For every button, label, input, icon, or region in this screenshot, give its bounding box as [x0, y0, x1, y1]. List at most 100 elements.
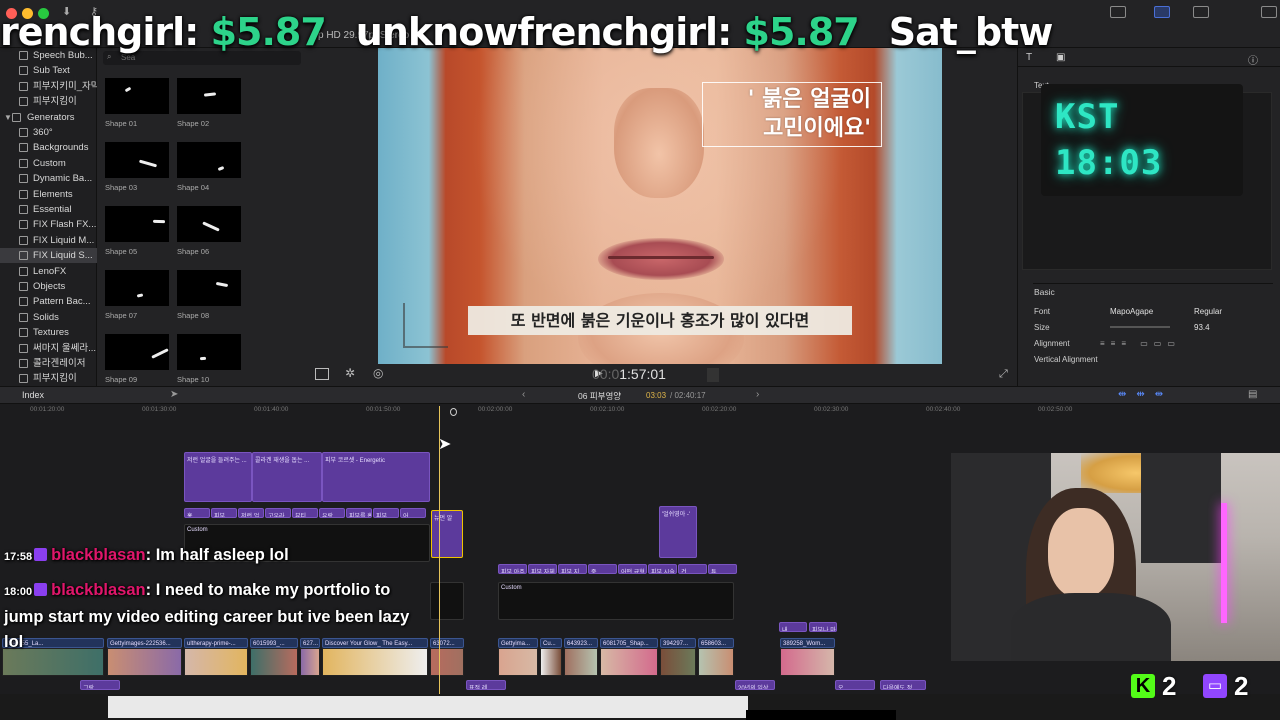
audio-clip[interactable]: 그랑	[80, 680, 120, 690]
mid-clip[interactable]: 중	[588, 564, 617, 574]
sidebar-item[interactable]: Custom	[0, 156, 97, 171]
sidebar-item[interactable]: FIX Flash FX...	[0, 217, 97, 232]
folder-icon	[19, 220, 28, 230]
sidebar-item[interactable]: LenoFX	[0, 264, 97, 279]
clip-appearance-icon[interactable]: ▤	[1248, 389, 1257, 400]
video-clip[interactable]	[564, 648, 598, 676]
video-clip[interactable]	[498, 648, 538, 676]
generator-thumbnail[interactable]	[105, 206, 169, 242]
sidebar-item[interactable]: Dynamic Ba...	[0, 171, 97, 186]
disclosure-arrow-icon[interactable]: ▼	[4, 110, 12, 125]
mid-clip[interactable]: 튜	[708, 564, 737, 574]
small-clip[interactable]: 어	[400, 508, 426, 518]
folder-icon	[19, 328, 28, 338]
mid-clip[interactable]: 피부 아주...	[498, 564, 527, 574]
title-overlay[interactable]: ' 붉은 얼굴이 고민이에요'	[702, 82, 882, 147]
back-arrow-icon[interactable]: ‹	[522, 389, 525, 400]
generator-thumbnail[interactable]	[105, 142, 169, 178]
sidebar-item[interactable]: 피부지킴이	[0, 371, 97, 386]
generator-thumbnail[interactable]	[177, 78, 241, 114]
magic-wand-icon[interactable]: ✲	[345, 366, 355, 380]
project-name[interactable]: 06 피부영양	[578, 390, 621, 402]
generator-thumbnail[interactable]	[105, 78, 169, 114]
title-clip[interactable]: 피부 코르셋 - Energetic	[322, 452, 430, 502]
generator-thumbnail[interactable]	[177, 206, 241, 242]
sidebar-item[interactable]: 피부지킴이	[0, 94, 97, 109]
title-clip[interactable]: 저런 얼굴을 들려주는 ...	[184, 452, 252, 502]
sidebar-item[interactable]: Elements	[0, 187, 97, 202]
sidebar-item[interactable]: Textures	[0, 325, 97, 340]
transform-icon[interactable]	[315, 368, 329, 380]
custom-clip[interactable]: Custom	[498, 582, 734, 620]
subtitle-caption[interactable]: 또 반면에 붉은 기운이나 홍조가 많이 있다면	[468, 306, 852, 335]
small-clip[interactable]: 피부	[211, 508, 237, 518]
video-clip[interactable]	[780, 648, 835, 676]
folder-icon	[19, 235, 28, 245]
timeline-ruler[interactable]: 00:01:20:00 00:01:30:00 00:01:40:00 00:01:5…	[0, 404, 1280, 418]
speed-icon[interactable]: ◎	[373, 366, 383, 380]
small-clip[interactable]: 피부	[373, 508, 399, 518]
generator-thumbnail[interactable]	[177, 142, 241, 178]
folder-icon	[19, 158, 28, 168]
sidebar-item[interactable]: FIX Liquid M...	[0, 233, 97, 248]
sidebar-item[interactable]: Sub Text	[0, 63, 97, 78]
folder-icon	[19, 97, 28, 107]
sidebar-item-label: Sub Text	[33, 65, 70, 77]
sidebar-item[interactable]: 피부지키미_자막	[0, 79, 97, 94]
index-button[interactable]: Index	[22, 390, 44, 400]
sidebar-item[interactable]: ▼ Generators	[0, 110, 97, 125]
fullscreen-icon[interactable]: ⤢	[999, 368, 1008, 381]
sidebar-item[interactable]: Backgrounds	[0, 140, 97, 155]
sidebar-item[interactable]: 써마지 울쎄라...	[0, 341, 97, 356]
folder-icon	[19, 282, 28, 291]
sidebar-item[interactable]: Pattern Bac...	[0, 294, 97, 309]
font-label: Font	[1034, 307, 1051, 316]
mid-clip[interactable]: 어떤 균형...	[618, 564, 647, 574]
video-clip[interactable]	[540, 648, 562, 676]
sidebar-item-label: Textures	[33, 327, 69, 339]
mid-clip[interactable]: 피부 시술...	[648, 564, 677, 574]
sidebar-item[interactable]: Essential	[0, 202, 97, 217]
sidebar-item[interactable]: FIX Liquid S...	[0, 248, 97, 264]
size-value[interactable]: 93.4	[1194, 323, 1210, 332]
timeline-toggles[interactable]: ⇹⇹⇹	[1118, 389, 1173, 400]
sidebar-item[interactable]: 360°	[0, 125, 97, 140]
sidebar-item[interactable]: Objects	[0, 279, 97, 294]
small-clip[interactable]: 피부를 흡	[346, 508, 372, 518]
alignment-buttons[interactable]: ≡≡≡ ▭▭▭	[1100, 339, 1181, 348]
skimmer-handle[interactable]	[450, 408, 457, 416]
generator-thumbnail[interactable]	[105, 270, 169, 306]
audio-clip[interactable]: 20년의 임상...	[735, 680, 775, 690]
font-select[interactable]: MapoAgape	[1110, 307, 1153, 316]
generator-thumbnail[interactable]	[105, 334, 169, 370]
small-clip[interactable]: 뷰티	[292, 508, 318, 518]
font-style-select[interactable]: Regular	[1194, 307, 1222, 316]
sidebar-item[interactable]: Solids	[0, 310, 97, 325]
audio-clip[interactable]: 다음에도 정...	[880, 680, 926, 690]
mid-clip[interactable]: 피부 지...	[558, 564, 587, 574]
custom-clip[interactable]	[430, 582, 464, 620]
mid-clip[interactable]: 건	[678, 564, 707, 574]
video-clip[interactable]	[660, 648, 696, 676]
small-clip[interactable]: 저런 얼	[238, 508, 264, 518]
small-clip[interactable]: 피부나 마...	[809, 622, 837, 632]
sidebar-item[interactable]: 콜라겐레이저	[0, 356, 97, 371]
video-clip[interactable]	[698, 648, 734, 676]
small-clip[interactable]: 유랑	[319, 508, 345, 518]
audio-clip[interactable]: 오	[835, 680, 875, 690]
small-clip[interactable]: 고우라	[265, 508, 291, 518]
audio-clip[interactable]: 표절 레	[466, 680, 506, 690]
generator-thumbnail[interactable]	[177, 270, 241, 306]
floating-clip[interactable]: '얼쉬영아 -'	[659, 506, 697, 558]
small-clip[interactable]: 내...	[779, 622, 807, 632]
forward-arrow-icon[interactable]: ›	[756, 389, 759, 400]
selected-clip[interactable]: 뉴먼 알	[431, 510, 463, 558]
generator-thumbnail[interactable]	[177, 334, 241, 370]
title-clip[interactable]: 콜라겐 재생을 돕는 ...	[252, 452, 322, 502]
video-clip[interactable]	[600, 648, 658, 676]
small-clip[interactable]: 홍	[184, 508, 210, 518]
select-tool-icon[interactable]: ➤	[170, 389, 178, 400]
mid-clip[interactable]: 피부 자체...	[528, 564, 557, 574]
size-slider[interactable]	[1110, 326, 1170, 328]
video-clip[interactable]	[430, 648, 464, 676]
